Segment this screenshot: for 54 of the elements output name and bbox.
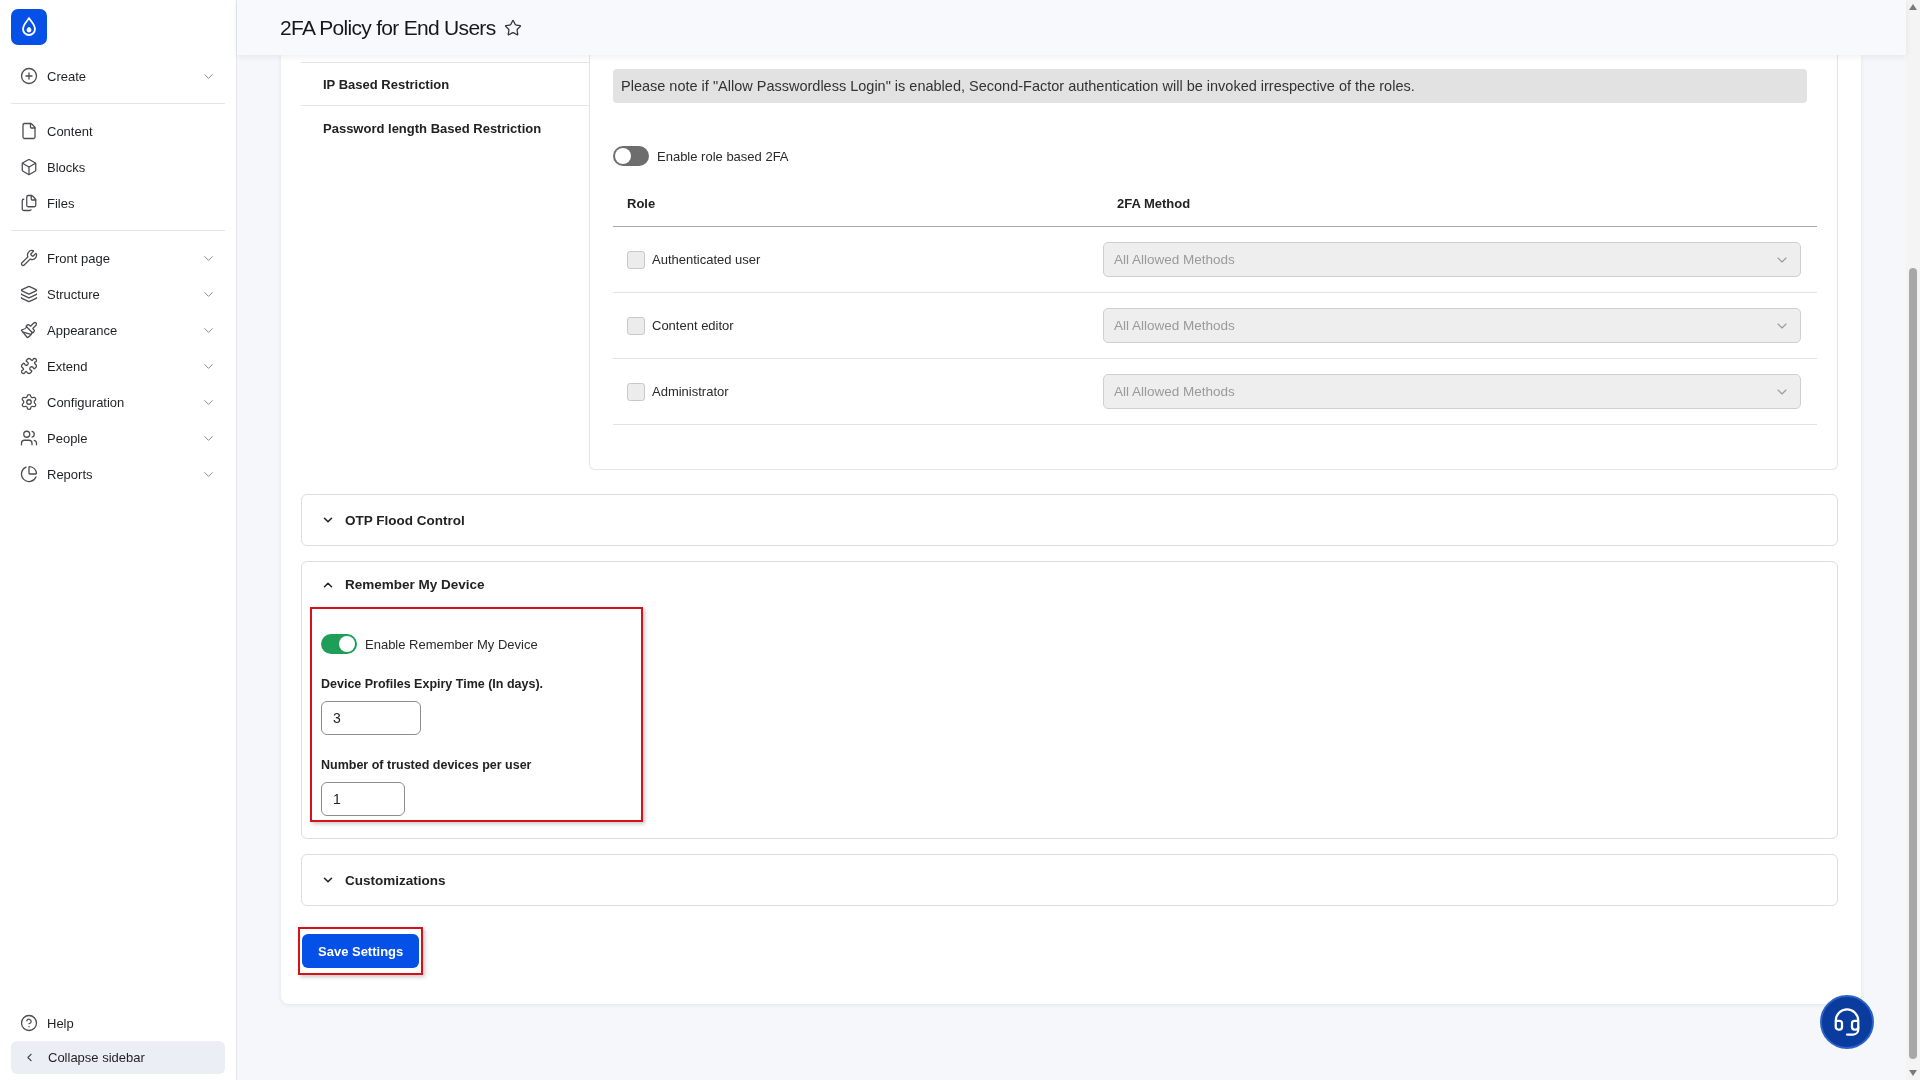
layers-icon (20, 285, 38, 303)
page-title: 2FA Policy for End Users (280, 15, 496, 40)
plus-circle-icon (20, 67, 38, 85)
files-icon (20, 194, 38, 212)
cube-icon (20, 158, 38, 176)
toggle-switch[interactable] (321, 634, 357, 654)
accordion-header[interactable]: Customizations (302, 855, 1837, 905)
sidebar-item[interactable]: Configuration (11, 384, 225, 420)
sidebar-item[interactable]: Create (11, 58, 225, 94)
support-button[interactable] (1820, 995, 1874, 1049)
sidebar-item[interactable]: Reports (11, 456, 225, 492)
role-label: Authenticated user (652, 252, 761, 267)
puzzle-icon (20, 357, 38, 375)
role-label: Administrator (652, 384, 729, 399)
column-header: Role (626, 195, 656, 211)
pie-chart-icon (20, 465, 38, 483)
policy-tab[interactable]: IP Based Restriction (301, 62, 589, 106)
toggle-label: Enable Remember My Device (365, 636, 538, 652)
toggle-label: Enable role based 2FA (657, 148, 789, 164)
sidebar-item[interactable]: Extend (11, 348, 225, 384)
number-input[interactable]: 3 (321, 701, 421, 735)
file-icon (20, 122, 38, 140)
scroll-up-icon[interactable] (1909, 4, 1917, 10)
people-icon (20, 429, 38, 447)
policy-tab[interactable]: Password length Based Restriction (301, 106, 589, 150)
settings-icon (20, 393, 38, 411)
sidebar-item[interactable]: Files (11, 185, 225, 221)
drop-logo[interactable] (11, 9, 47, 45)
save-button[interactable]: Save Settings (302, 934, 420, 968)
column-header: 2FA Method (1116, 195, 1191, 211)
field-label: Number of trusted devices per user (321, 757, 533, 773)
headset-icon (1832, 1007, 1862, 1037)
role-label: Content editor (652, 318, 734, 333)
collapse-sidebar-button[interactable]: Collapse sidebar (11, 1041, 225, 1074)
scroll-down-icon[interactable] (1909, 1070, 1917, 1076)
accordion-header[interactable]: Remember My Device (302, 562, 1837, 607)
sidebar-item[interactable]: Structure (11, 276, 225, 312)
sidebar-item[interactable]: Front page (11, 240, 225, 276)
scrollbar-thumb[interactable] (1909, 268, 1917, 1059)
info-note: Please note if "Allow Passwordless Login" is enabled, Second-Factor authentication will be invoked irrespective of the roles. (613, 69, 1807, 103)
help-link[interactable]: Help (11, 1005, 225, 1041)
toggle-switch[interactable] (613, 146, 649, 166)
field-label: Device Profiles Expiry Time (In days). (321, 676, 545, 692)
sidebar-item[interactable]: Appearance (11, 312, 225, 348)
sidebar-item[interactable]: Content (11, 113, 225, 149)
scrollbar[interactable] (1906, 0, 1920, 1080)
paintbrush-icon (20, 321, 38, 339)
sidebar-item[interactable]: People (11, 420, 225, 456)
help-icon (20, 1014, 38, 1032)
sidebar-item[interactable]: Blocks (11, 149, 225, 185)
star-icon[interactable] (504, 18, 523, 37)
accordion-header[interactable]: OTP Flood Control (302, 495, 1837, 545)
number-input[interactable]: 1 (321, 782, 405, 816)
wrench-icon (20, 249, 38, 267)
